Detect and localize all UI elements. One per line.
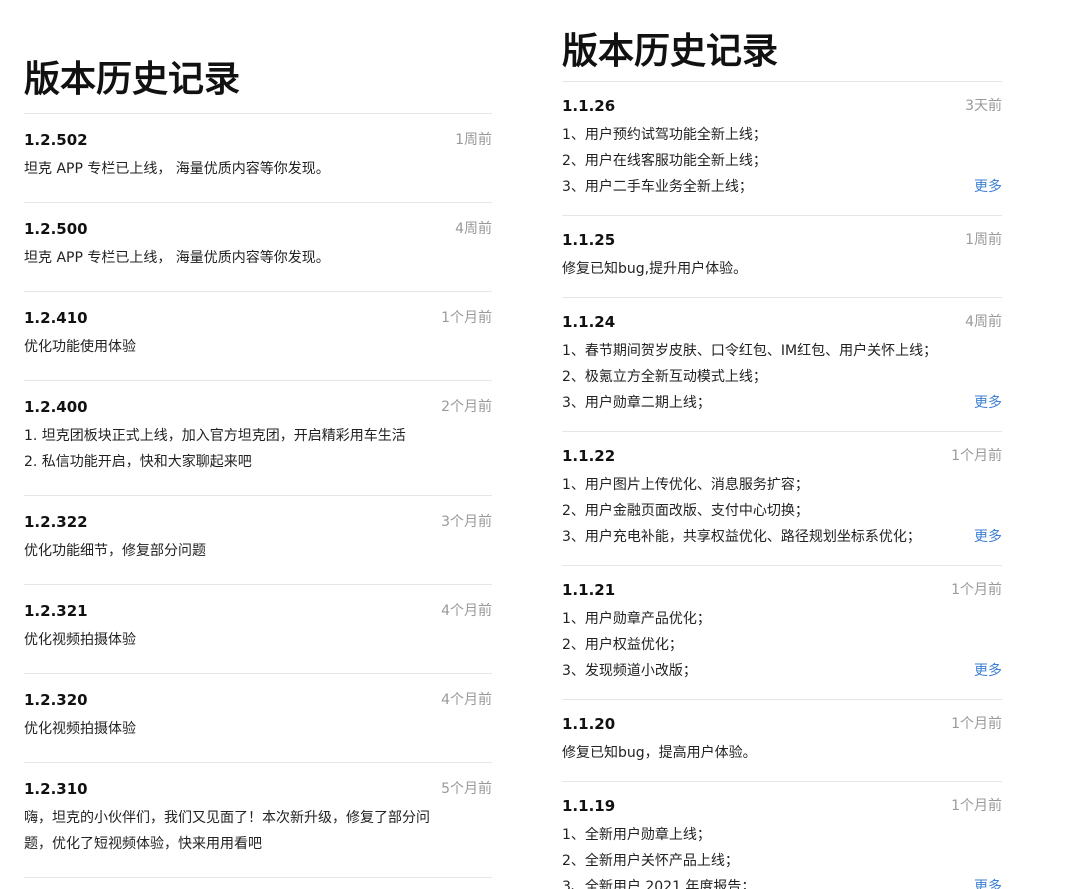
change-note: 3、发现频道小改版； [562, 663, 697, 679]
release-time: 1周前 [965, 232, 1002, 248]
version-number: 1.2.321 [24, 602, 88, 620]
version-number: 1.1.22 [562, 447, 616, 465]
version-entry: 1.2.410 1个月前优化功能使用体验 [24, 291, 492, 380]
entry-header: 1.2.410 1个月前 [24, 308, 492, 328]
change-note: 2、用户权益优化； [562, 637, 683, 653]
page-title: 版本历史记录 [24, 59, 241, 100]
version-entry: 1.1.25 1周前修复已知bug,提升用户体验。 [562, 215, 1002, 297]
release-time: 1个月前 [951, 448, 1002, 464]
change-note: 优化视频拍摄体验 [24, 632, 136, 648]
version-entry: 1.1.21 1个月前 1、用户勋章产品优化； 2、用户权益优化； 3、发现频道小改版；… [562, 565, 1002, 699]
more-link[interactable]: 更多 [974, 658, 1002, 684]
change-note: 1、全新用户勋章上线； [562, 827, 711, 843]
change-note: 修复已知bug,提升用户体验。 [562, 261, 748, 277]
change-note: 修复已知bug，提高用户体验。 [562, 745, 757, 761]
release-time: 1个月前 [951, 582, 1002, 598]
version-entry: 1.2.502 1周前坦克 APP 专栏已上线， 海量优质内容等你发现。 [24, 113, 492, 202]
left-version-history-screen: 版本历史记录 1.2.502 1周前坦克 APP 专栏已上线， 海量优质内容等你发… [0, 0, 520, 889]
change-note: 题，优化了短视频体验，快来用用看吧 [24, 836, 262, 852]
version-number: 1.2.502 [24, 131, 88, 149]
entry-header: 1.1.26 3天前 [562, 96, 1002, 116]
change-note: 3、全新用户 2021 年度报告； [562, 879, 756, 889]
more-link[interactable]: 更多 [974, 524, 1002, 550]
version-number: 1.1.24 [562, 313, 616, 331]
version-number: 1.1.21 [562, 581, 616, 599]
version-entry: 1.1.22 1个月前 1、用户图片上传优化、消息服务扩容； 2、用户金融页面改版、支… [562, 431, 1002, 565]
version-number: 1.2.320 [24, 691, 88, 709]
entry-header: 1.1.19 1个月前 [562, 796, 1002, 816]
version-number: 1.2.410 [24, 309, 88, 327]
page-title: 版本历史记录 [562, 31, 779, 72]
version-number: 1.1.19 [562, 797, 616, 815]
change-note: 2、用户在线客服功能全新上线； [562, 153, 767, 169]
version-number: 1.2.322 [24, 513, 88, 531]
version-entry: 1.1.19 1个月前 1、全新用户勋章上线； 2、全新用户关怀产品上线； 3、全新用户… [562, 781, 1002, 889]
divider [24, 877, 492, 878]
version-entry: 1.2.400 2个月前 1. 坦克团板块正式上线，加入官方坦克团，开启精彩用车生活… [24, 380, 492, 495]
more-link[interactable]: 更多 [974, 174, 1002, 200]
change-note: 优化视频拍摄体验 [24, 721, 136, 737]
change-note: 3、用户勋章二期上线； [562, 395, 711, 411]
release-time: 1个月前 [951, 798, 1002, 814]
change-note: 优化功能细节，修复部分问题 [24, 543, 206, 559]
version-number: 1.1.26 [562, 97, 616, 115]
release-time: 5个月前 [441, 781, 492, 797]
change-note: 坦克 APP 专栏已上线， 海量优质内容等你发现。 [24, 161, 330, 177]
more-link[interactable]: 更多 [974, 874, 1002, 889]
entry-header: 1.1.24 4周前 [562, 312, 1002, 332]
entry-header: 1.2.310 5个月前 [24, 779, 492, 799]
entry-header: 1.1.25 1周前 [562, 230, 1002, 250]
version-entry: 1.1.20 1个月前修复已知bug，提高用户体验。 [562, 699, 1002, 781]
change-note: 2、极氪立方全新互动模式上线； [562, 369, 767, 385]
version-entry: 1.2.322 3个月前优化功能细节，修复部分问题 [24, 495, 492, 584]
right-version-history-screen: 版本历史记录 1.1.26 3天前 1、用户预约试驾功能全新上线； 2、用户在线客服功… [540, 0, 1080, 889]
entry-header: 1.1.20 1个月前 [562, 714, 1002, 734]
entry-header: 1.2.400 2个月前 [24, 397, 492, 417]
change-note: 2. 私信功能开启，快和大家聊起来吧 [24, 454, 252, 470]
change-note: 嗨，坦克的小伙伴们，我们又见面了！本次新升级，修复了部分问 [24, 810, 430, 826]
entry-header: 1.1.22 1个月前 [562, 446, 1002, 466]
version-entry: 1.2.320 4个月前优化视频拍摄体验 [24, 673, 492, 762]
release-time: 4个月前 [441, 692, 492, 708]
release-time: 4周前 [965, 314, 1002, 330]
release-time: 3天前 [965, 98, 1002, 114]
change-note: 1、用户勋章产品优化； [562, 611, 711, 627]
change-note: 2、用户金融页面改版、支付中心切换； [562, 503, 809, 519]
release-time: 2个月前 [441, 399, 492, 415]
change-note: 3、用户二手车业务全新上线； [562, 179, 753, 195]
change-note: 1、用户预约试驾功能全新上线； [562, 127, 767, 143]
version-number: 1.2.310 [24, 780, 88, 798]
release-time: 1周前 [455, 132, 492, 148]
entry-header: 1.2.322 3个月前 [24, 512, 492, 532]
change-note: 坦克 APP 专栏已上线， 海量优质内容等你发现。 [24, 250, 330, 266]
entry-header: 1.2.321 4个月前 [24, 601, 492, 621]
version-list: 1.2.502 1周前 坦克 APP 专栏已上线， 海量优质内容等你发现。 1.2.5… [24, 113, 492, 878]
version-number: 1.2.400 [24, 398, 88, 416]
entry-header: 1.2.320 4个月前 [24, 690, 492, 710]
change-note: 1、用户图片上传优化、消息服务扩容； [562, 477, 809, 493]
change-note: 3、用户充电补能，共享权益优化、路径规划坐标系优化； [562, 529, 921, 545]
change-note: 优化功能使用体验 [24, 339, 136, 355]
version-entry: 1.2.310 5个月前 嗨，坦克的小伙伴们，我们又见面了！本次新升级，修复了部分问… [24, 762, 492, 877]
release-time: 3个月前 [441, 514, 492, 530]
version-entry: 1.1.26 3天前 1、用户预约试驾功能全新上线； 2、用户在线客服功能全新上线； 3… [562, 81, 1002, 215]
change-note: 2、全新用户关怀产品上线； [562, 853, 739, 869]
more-link[interactable]: 更多 [974, 390, 1002, 416]
release-time: 1个月前 [441, 310, 492, 326]
version-entry: 1.2.500 4周前坦克 APP 专栏已上线， 海量优质内容等你发现。 [24, 202, 492, 291]
release-time: 1个月前 [951, 716, 1002, 732]
version-number: 1.2.500 [24, 220, 88, 238]
release-time: 4周前 [455, 221, 492, 237]
change-note: 1. 坦克团板块正式上线，加入官方坦克团，开启精彩用车生活 [24, 428, 406, 444]
entry-header: 1.1.21 1个月前 [562, 580, 1002, 600]
entry-header: 1.2.502 1周前 [24, 130, 492, 150]
entry-header: 1.2.500 4周前 [24, 219, 492, 239]
version-number: 1.1.20 [562, 715, 616, 733]
version-number: 1.1.25 [562, 231, 616, 249]
release-time: 4个月前 [441, 603, 492, 619]
version-entry: 1.2.321 4个月前优化视频拍摄体验 [24, 584, 492, 673]
version-entry: 1.1.24 4周前 1、春节期间贺岁皮肤、口令红包、IM红包、用户关怀上线； 2、极… [562, 297, 1002, 431]
version-list: 1.1.26 3天前 1、用户预约试驾功能全新上线； 2、用户在线客服功能全新上线； 3… [562, 81, 1002, 889]
change-note: 1、春节期间贺岁皮肤、口令红包、IM红包、用户关怀上线； [562, 343, 938, 359]
